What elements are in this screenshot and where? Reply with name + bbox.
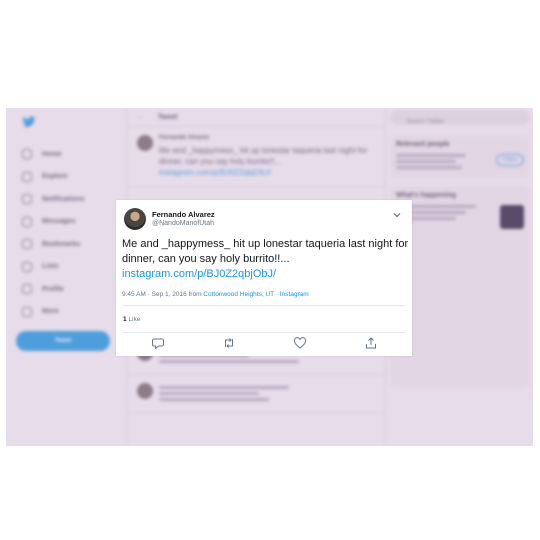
nav-more[interactable]: More: [16, 301, 121, 324]
divider: [122, 332, 406, 333]
nav-lists[interactable]: Lists: [16, 256, 121, 279]
tweet-location[interactable]: Cottonwood Heights, UT: [203, 291, 274, 298]
chevron-down-icon[interactable]: [392, 210, 402, 220]
main-header: ← Tweet: [127, 108, 385, 127]
blurred-tweet-author: Fernando Alvarez: [159, 135, 210, 141]
avatar: [137, 135, 153, 151]
like-count[interactable]: 1 Like: [123, 316, 140, 323]
avatar: [137, 383, 153, 399]
like-count-number: 1: [123, 316, 127, 323]
nav-messages[interactable]: Messages: [16, 211, 121, 234]
divider: [122, 305, 406, 306]
home-icon: [22, 149, 32, 160]
author-handle[interactable]: @NandoManofUtah: [152, 220, 214, 227]
reply-icon[interactable]: [151, 336, 165, 350]
trend-thumbnail: [500, 205, 524, 229]
search-input[interactable]: Search Twitter: [390, 110, 530, 125]
nav-bookmarks[interactable]: Bookmarks: [16, 233, 121, 256]
blurred-tweet-text: Me and _happymess_ hit up lonestar taque…: [159, 146, 368, 166]
embedded-tweet-card[interactable]: Fernando Alvarez @NandoManofUtah Me and …: [116, 200, 412, 356]
nav-profile[interactable]: Profile: [16, 278, 121, 301]
happening-title: What's happening: [396, 192, 456, 199]
blurred-reply: [127, 375, 385, 413]
tweet-body: Me and _happymess_ hit up lonestar taque…: [122, 238, 409, 265]
tweet-actions: [116, 336, 412, 352]
twitter-logo-icon: [22, 116, 36, 128]
blurred-tweet: Fernando Alvarez Me and _happymess_ hit …: [127, 127, 385, 187]
nav-notifications[interactable]: Notifications: [16, 188, 121, 211]
tweet-header: Fernando Alvarez @NandoManofUtah: [124, 208, 404, 232]
avatar[interactable]: [124, 208, 146, 230]
author-name[interactable]: Fernando Alvarez: [152, 210, 215, 219]
tweet-meta: 9:45 AM · Sep 1, 2016 from Cottonwood He…: [122, 291, 309, 298]
nav-home[interactable]: Home: [16, 143, 121, 166]
compose-tweet-button[interactable]: Tweet: [16, 331, 110, 351]
relevant-people-panel: Relevant people Follow: [390, 135, 530, 178]
sidebar: Home Explore Notifications Messages Book…: [16, 114, 121, 351]
more-icon: [22, 306, 32, 317]
person-icon: [22, 284, 32, 295]
tweet-link[interactable]: instagram.com/p/BJ0Z2qbjObJ/: [122, 268, 276, 280]
relevant-people-title: Relevant people: [396, 141, 450, 148]
hashtag-icon: [22, 171, 32, 182]
like-count-label: Like: [128, 316, 141, 323]
bell-icon: [22, 194, 32, 205]
tweet-source[interactable]: Instagram: [280, 291, 309, 298]
like-icon[interactable]: [293, 336, 307, 350]
list-icon: [22, 261, 32, 272]
header-title: Tweet: [158, 113, 178, 121]
back-arrow-icon[interactable]: ←: [137, 114, 144, 121]
follow-button[interactable]: Follow: [495, 154, 524, 166]
retweet-icon[interactable]: [222, 336, 236, 350]
tweet-text: Me and _happymess_ hit up lonestar taque…: [122, 237, 410, 282]
blurred-tweet-link: instagram.com/p/BJ0Z2qbjObJ/: [159, 168, 272, 177]
envelope-icon: [22, 216, 32, 227]
nav-explore[interactable]: Explore: [16, 166, 121, 189]
tweet-timestamp[interactable]: 9:45 AM · Sep 1, 2016 from: [122, 291, 203, 298]
bookmark-icon: [22, 239, 32, 250]
share-icon[interactable]: [364, 336, 378, 350]
